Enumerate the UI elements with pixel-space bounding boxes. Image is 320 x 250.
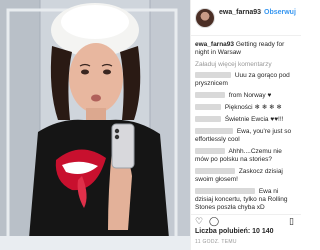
bookmark-icon[interactable]: ▯ <box>289 217 294 226</box>
follow-button[interactable]: Obserwuj <box>264 9 296 16</box>
redacted-username <box>195 92 225 98</box>
redacted-username <box>195 168 235 174</box>
comment-item: Piękności ❄ ❄ ❄ ❄ <box>195 104 297 112</box>
post-caption: ewa_farna93 Getting ready for night in W… <box>195 41 297 57</box>
comments-list[interactable]: ewa_farna93 Getting ready for night in W… <box>191 38 301 213</box>
likes-count[interactable]: Liczba polubień: 10 140 <box>195 228 274 235</box>
redacted-username <box>195 72 231 78</box>
post-header: ewa_farna93 • Obserwuj <box>191 0 301 36</box>
header-separator: • <box>259 8 262 15</box>
redacted-username <box>195 128 233 134</box>
comment-item: from Norway ♥ <box>195 92 297 100</box>
comment-item: Uuu za gorąco pod prysznicem <box>195 72 297 88</box>
heart-icon[interactable]: ♡ <box>195 217 203 226</box>
redacted-username <box>195 148 225 154</box>
comment-item: Ewa ni dzisiaj koncertu, tylko na Rollin… <box>195 188 297 212</box>
post-side-panel: ewa_farna93 • Obserwuj ewa_farna93 Getti… <box>190 0 301 250</box>
redacted-username <box>195 104 221 110</box>
comment-item: Ewa, you're just so effortlessly cool <box>195 128 297 144</box>
caption-username[interactable]: ewa_farna93 <box>195 41 234 48</box>
redacted-username <box>195 116 221 122</box>
avatar[interactable] <box>195 8 215 28</box>
post-actions-bar: ♡ ◯ ▯ <box>191 214 301 226</box>
comment-text: Piękności ❄ ❄ ❄ ❄ <box>224 104 282 111</box>
photo-illustration <box>0 0 190 250</box>
comment-item: Zaskocz dzisiaj swoim głosem! <box>195 168 297 184</box>
comment-item: Świetnie Ewcia ♥♥!!! <box>195 116 297 124</box>
header-username[interactable]: ewa_farna93 <box>219 9 261 16</box>
redacted-username <box>195 188 255 194</box>
comment-item: Ahhh....Czemu nie mów po polsku na stori… <box>195 148 297 164</box>
post-photo <box>0 0 190 250</box>
comment-icon[interactable]: ◯ <box>209 217 219 226</box>
comment-text: Świetnie Ewcia ♥♥!!! <box>224 116 284 123</box>
post-timestamp: 11 GODZ. TEMU <box>195 239 237 245</box>
load-more-comments-link[interactable]: Załaduj więcej komentarzy <box>195 61 297 68</box>
comment-text: from Norway ♥ <box>228 92 272 99</box>
